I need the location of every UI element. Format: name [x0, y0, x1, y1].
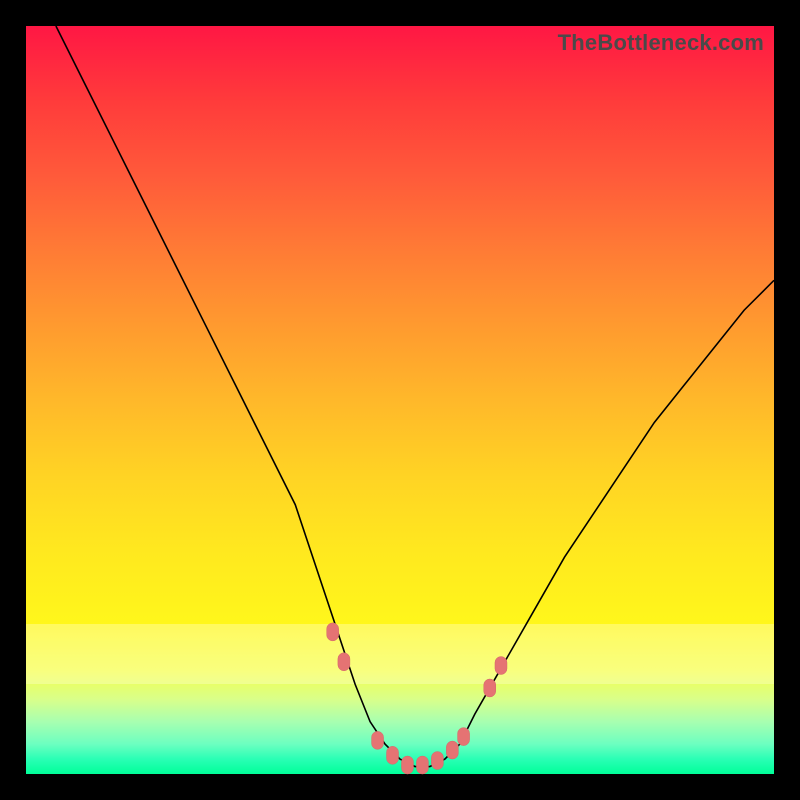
- marker-point: [416, 756, 428, 774]
- marker-point: [458, 728, 470, 746]
- marker-point: [446, 741, 458, 759]
- marker-point: [387, 746, 399, 764]
- marker-point: [431, 752, 443, 770]
- marker-point: [327, 623, 339, 641]
- plot-area: TheBottleneck.com: [26, 26, 774, 774]
- highlight-markers: [327, 623, 507, 774]
- curve-svg: [26, 26, 774, 774]
- bottleneck-curve: [56, 26, 774, 767]
- marker-point: [484, 679, 496, 697]
- chart-frame: TheBottleneck.com: [0, 0, 800, 800]
- marker-point: [401, 756, 413, 774]
- marker-point: [372, 731, 384, 749]
- marker-point: [495, 657, 507, 675]
- marker-point: [338, 653, 350, 671]
